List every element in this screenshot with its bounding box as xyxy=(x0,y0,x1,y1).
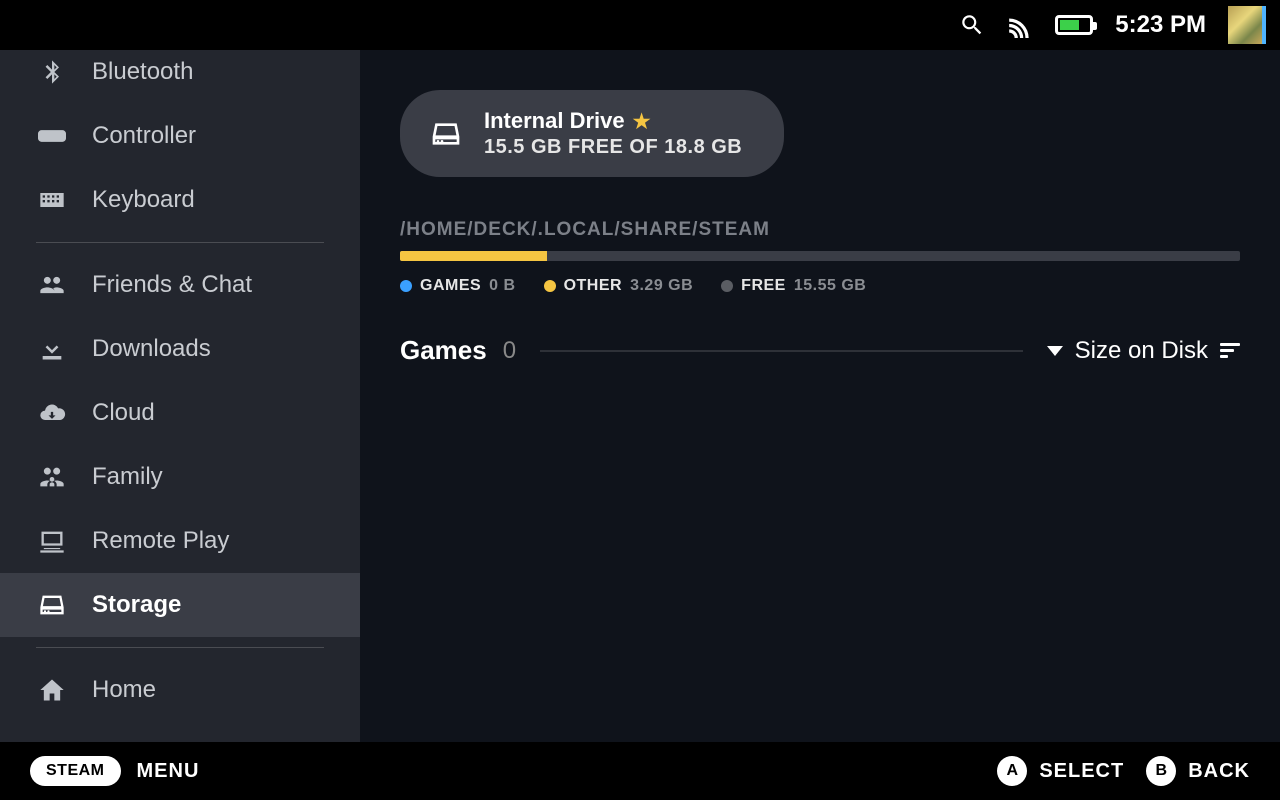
settings-sidebar: Bluetooth Controller Keyboard Friends & Cha… xyxy=(0,50,360,742)
footer-bar: STEAM MENU A SELECT B BACK xyxy=(0,742,1280,800)
sidebar-divider xyxy=(36,242,324,243)
avatar[interactable] xyxy=(1228,6,1266,44)
sidebar-item-label: Controller xyxy=(92,122,196,150)
legend-free: FREE 15.55 GB xyxy=(721,277,866,295)
status-bar: 5:23 PM xyxy=(0,0,1280,50)
storage-usage-bar xyxy=(400,251,1240,261)
sidebar-item-downloads[interactable]: Downloads xyxy=(0,317,360,381)
a-button-icon: A xyxy=(997,756,1027,786)
clock: 5:23 PM xyxy=(1115,11,1206,39)
sort-icon xyxy=(1220,343,1240,358)
sidebar-item-keyboard[interactable]: Keyboard xyxy=(0,168,360,232)
cloud-icon xyxy=(36,399,68,427)
default-star-icon: ★ xyxy=(633,109,651,134)
sidebar-item-controller[interactable]: Controller xyxy=(0,104,360,168)
storage-icon xyxy=(36,591,68,619)
downloads-icon xyxy=(36,335,68,363)
games-header-title: Games xyxy=(400,335,487,366)
sidebar-item-label: Home xyxy=(92,676,156,704)
sidebar-item-label: Storage xyxy=(92,591,181,619)
battery-icon xyxy=(1055,15,1093,35)
sidebar-item-remote-play[interactable]: Remote Play xyxy=(0,509,360,573)
drive-title: Internal Drive xyxy=(484,108,625,134)
drive-icon xyxy=(430,118,462,150)
hint-back: B BACK xyxy=(1146,756,1250,786)
chevron-down-icon xyxy=(1047,346,1063,356)
bluetooth-icon xyxy=(36,58,68,86)
remote-play-icon xyxy=(36,527,68,555)
drive-subtitle: 15.5 GB FREE OF 18.8 GB xyxy=(484,136,742,159)
family-icon xyxy=(36,463,68,491)
divider xyxy=(540,350,1023,352)
menu-label: MENU xyxy=(137,760,200,783)
storage-panel: Internal Drive ★ 15.5 GB FREE OF 18.8 GB… xyxy=(360,50,1280,742)
games-header-row: Games 0 Size on Disk xyxy=(400,335,1240,366)
sidebar-item-home[interactable]: Home xyxy=(0,658,360,722)
sidebar-item-family[interactable]: Family xyxy=(0,445,360,509)
sidebar-item-label: Bluetooth xyxy=(92,58,193,86)
keyboard-icon xyxy=(36,186,68,214)
controller-icon xyxy=(36,122,68,150)
hint-select: A SELECT xyxy=(997,756,1124,786)
storage-legend: GAMES 0 B OTHER 3.29 GB FREE 15.55 GB xyxy=(400,277,1240,295)
search-icon[interactable] xyxy=(959,12,985,38)
sidebar-item-bluetooth[interactable]: Bluetooth xyxy=(0,50,360,104)
sort-label: Size on Disk xyxy=(1075,337,1208,365)
legend-other: OTHER 3.29 GB xyxy=(544,277,694,295)
sidebar-item-storage[interactable]: Storage xyxy=(0,573,360,637)
sidebar-item-label: Downloads xyxy=(92,335,211,363)
sidebar-item-label: Friends & Chat xyxy=(92,271,252,299)
sidebar-item-cloud[interactable]: Cloud xyxy=(0,381,360,445)
sidebar-divider xyxy=(36,647,324,648)
cast-icon[interactable] xyxy=(1007,12,1033,38)
games-header-count: 0 xyxy=(503,337,516,365)
sidebar-item-friends-chat[interactable]: Friends & Chat xyxy=(0,253,360,317)
friends-chat-icon xyxy=(36,271,68,299)
sort-dropdown[interactable]: Size on Disk xyxy=(1047,337,1240,365)
b-button-icon: B xyxy=(1146,756,1176,786)
drive-selector[interactable]: Internal Drive ★ 15.5 GB FREE OF 18.8 GB xyxy=(400,90,784,177)
sidebar-item-label: Remote Play xyxy=(92,527,229,555)
sidebar-item-label: Family xyxy=(92,463,163,491)
sidebar-item-label: Cloud xyxy=(92,399,155,427)
home-icon xyxy=(36,676,68,704)
steam-button[interactable]: STEAM xyxy=(30,756,121,786)
storage-path: /HOME/DECK/.LOCAL/SHARE/STEAM xyxy=(400,219,1240,241)
legend-games: GAMES 0 B xyxy=(400,277,516,295)
sidebar-item-label: Keyboard xyxy=(92,186,195,214)
